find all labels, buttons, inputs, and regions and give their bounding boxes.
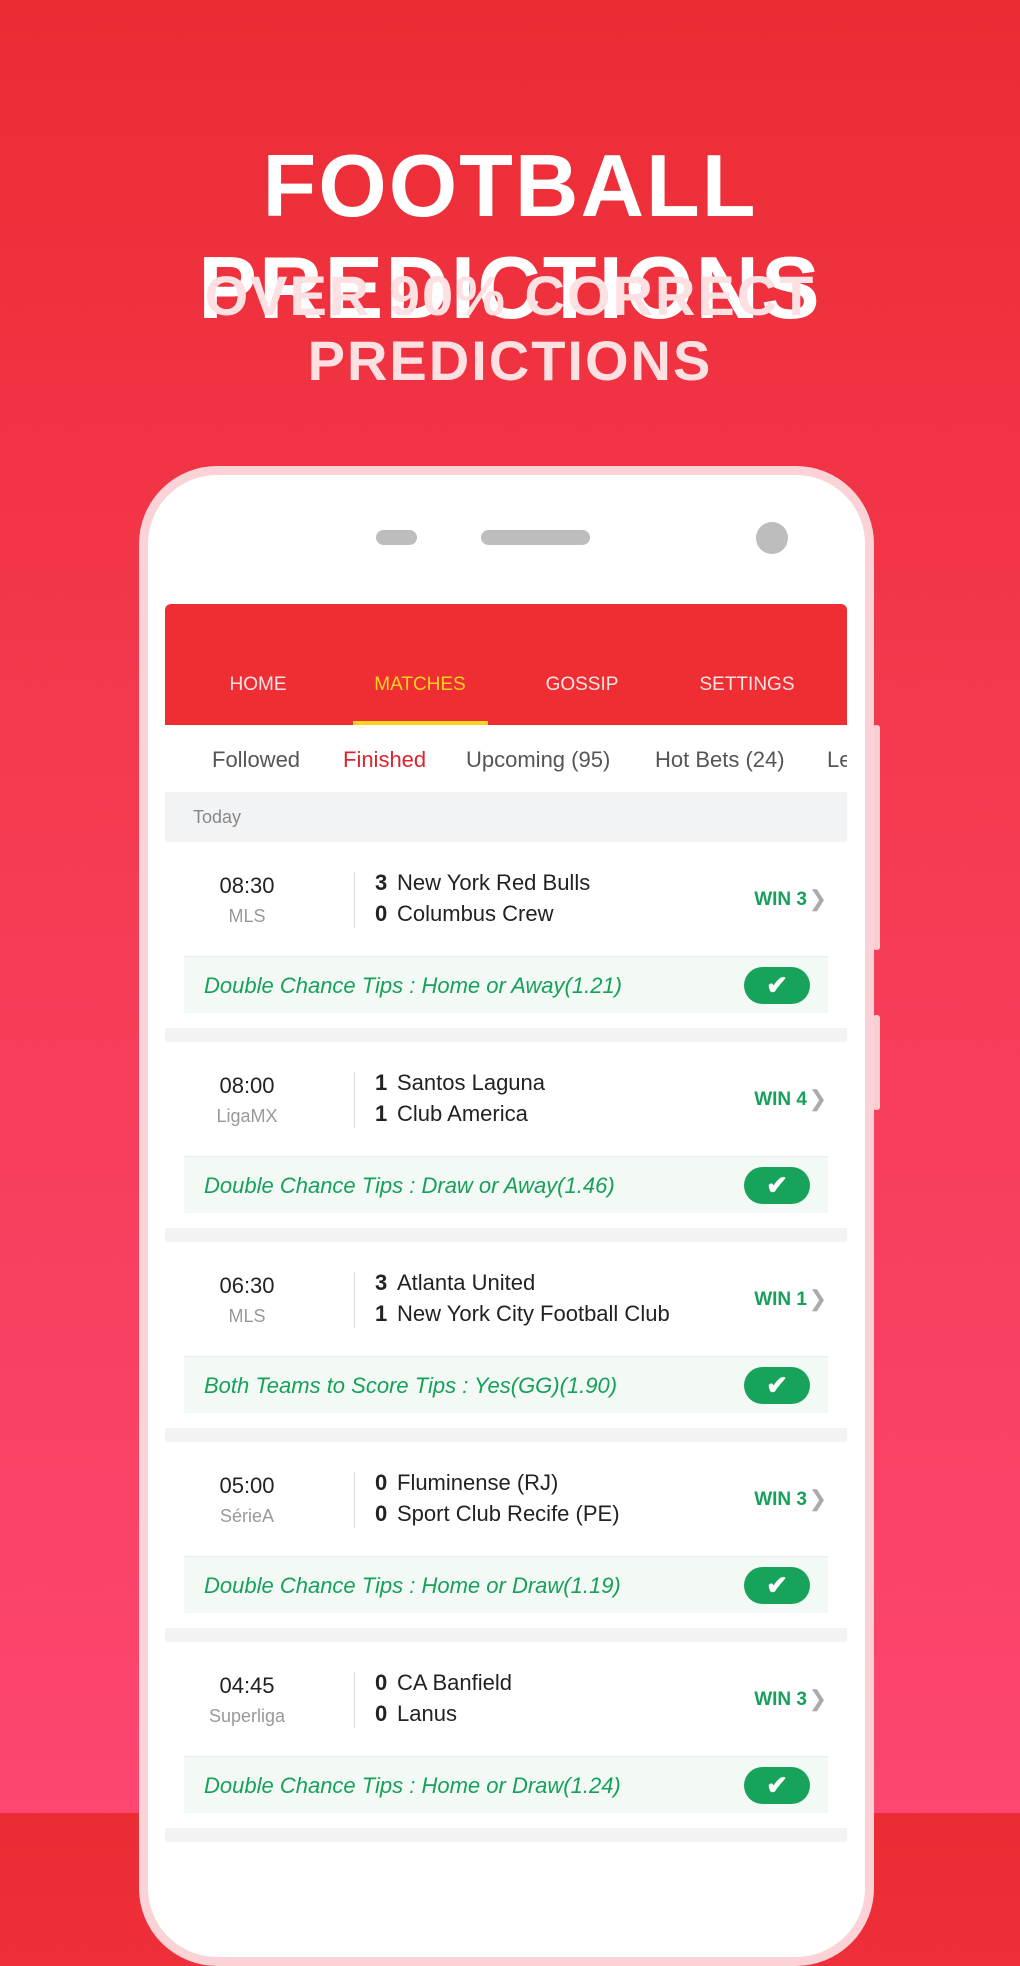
home-score: 3 [375,1270,388,1295]
chevron-right-icon[interactable]: ❯ [809,1086,827,1112]
tab-home[interactable]: HOME [183,674,333,696]
match-time: 04:45 [219,1673,275,1698]
away-team: 0 Columbus Crew [375,901,554,927]
tip-text: Double Chance Tips : Draw or Away(1.46) [204,1173,615,1198]
subtab-leagues[interactable]: Le [827,747,847,773]
subtab-followed[interactable]: Followed [212,747,300,773]
subtab-hot-bets[interactable]: Hot Bets (24) [655,747,785,773]
divider [354,1272,355,1328]
match-time: 08:30 [219,873,275,898]
away-name: Lanus [397,1701,457,1726]
match-card[interactable]: 08:00 LigaMX 1 Santos Laguna 1 Club Americ… [165,1042,847,1242]
home-team: 0 CA Banfield [375,1670,512,1696]
tip-text: Double Chance Tips : Home or Draw(1.19) [204,1573,621,1598]
home-team: 0 Fluminense (RJ) [375,1470,558,1496]
top-nav: HOME MATCHES GOSSIP SETTINGS [165,604,847,725]
check-icon: ✔ [744,1167,810,1204]
match-card[interactable]: 06:30 MLS 3 Atlanta United 1 New York City… [165,1242,847,1442]
match-time: 05:00 [219,1473,275,1498]
away-team: 0 Sport Club Recife (PE) [375,1501,620,1527]
match-card[interactable]: 05:00 SérieA 0 Fluminense (RJ) 0 Sport Clu… [165,1442,847,1642]
home-team: 3 Atlanta United [375,1270,535,1296]
away-score: 0 [375,1701,388,1726]
away-score: 1 [375,1101,388,1126]
match-league: SérieA [219,1506,275,1526]
match-league: Superliga [208,1706,286,1726]
phone-side-button [873,1015,880,1110]
chevron-right-icon[interactable]: ❯ [809,1286,827,1312]
app-screen: HOME MATCHES GOSSIP SETTINGS Followed Fi… [165,604,847,1904]
subtab-bar: Followed Finished Upcoming (95) Hot Bets… [165,725,847,792]
tip-box: Double Chance Tips : Home or Draw(1.19) … [184,1556,828,1613]
chevron-right-icon[interactable]: ❯ [809,1686,827,1712]
tip-text: Both Teams to Score Tips : Yes(GG)(1.90) [204,1373,618,1398]
away-team: 1 Club America [375,1101,528,1127]
home-name: New York Red Bulls [397,870,591,895]
tab-settings[interactable]: SETTINGS [672,674,822,696]
subtab-finished[interactable]: Finished [343,747,426,773]
match-card[interactable]: 04:45 Superliga 0 CA Banfield 0 Lanus WIN … [165,1642,847,1842]
away-score: 0 [375,1501,388,1526]
home-score: 1 [375,1070,388,1095]
chevron-right-icon[interactable]: ❯ [809,1486,827,1512]
home-score: 3 [375,870,388,895]
away-name: New York City Football Club [397,1301,670,1326]
match-list: 08:30 MLS 3 New York Red Bulls 0 Columbus … [165,842,847,1842]
tip-box: Double Chance Tips : Home or Away(1.21) … [184,956,828,1013]
tip-text: Double Chance Tips : Home or Draw(1.24) [204,1773,621,1798]
away-team: 0 Lanus [375,1701,457,1727]
result-badge: WIN 1 [754,1289,807,1310]
match-card[interactable]: 08:30 MLS 3 New York Red Bulls 0 Columbus … [165,842,847,1042]
home-team: 1 Santos Laguna [375,1070,545,1096]
check-icon: ✔ [744,1367,810,1404]
match-league: LigaMX [216,1106,278,1126]
away-score: 0 [375,901,388,926]
home-name: Atlanta United [397,1270,536,1295]
result-badge: WIN 3 [754,1689,807,1710]
result-badge: WIN 3 [754,1489,807,1510]
phone-side-button [873,725,880,950]
divider [354,1072,355,1128]
away-name: Sport Club Recife (PE) [397,1501,620,1526]
phone-sensor [376,530,417,545]
phone-camera [756,522,788,554]
match-time: 08:00 [219,1073,275,1098]
home-score: 0 [375,1470,388,1495]
check-icon: ✔ [744,1767,810,1804]
divider [354,1472,355,1528]
home-name: Santos Laguna [397,1070,546,1095]
tip-box: Both Teams to Score Tips : Yes(GG)(1.90)… [184,1356,828,1413]
check-icon: ✔ [744,1567,810,1604]
home-name: CA Banfield [397,1670,512,1695]
tip-box: Double Chance Tips : Draw or Away(1.46) … [184,1156,828,1213]
chevron-right-icon[interactable]: ❯ [809,886,827,912]
promo-subtitle: OVER 90% CORRECT PREDICTIONS [204,264,816,392]
home-team: 3 New York Red Bulls [375,870,590,896]
section-header: Today [165,792,847,842]
match-league: MLS [228,906,266,926]
divider [354,1672,355,1728]
check-icon: ✔ [744,967,810,1004]
result-badge: WIN 3 [754,889,807,910]
tab-gossip[interactable]: GOSSIP [507,674,657,696]
away-name: Club America [397,1101,528,1126]
phone-speaker [481,530,590,545]
away-score: 1 [375,1301,388,1326]
tip-text: Double Chance Tips : Home or Away(1.21) [204,973,622,998]
subtab-upcoming[interactable]: Upcoming (95) [466,747,610,773]
home-name: Fluminense (RJ) [397,1470,559,1495]
away-name: Columbus Crew [397,901,554,926]
match-time: 06:30 [219,1273,275,1298]
tip-box: Double Chance Tips : Home or Draw(1.24) … [184,1756,828,1813]
tab-matches[interactable]: MATCHES [345,674,495,696]
divider [354,872,355,928]
result-badge: WIN 4 [754,1089,807,1110]
match-league: MLS [228,1306,266,1326]
away-team: 1 New York City Football Club [375,1301,670,1327]
home-score: 0 [375,1670,388,1695]
